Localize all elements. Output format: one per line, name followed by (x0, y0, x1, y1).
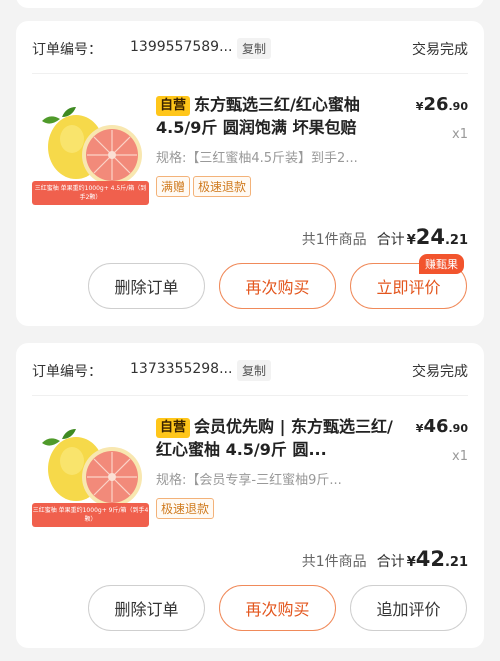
product-title[interactable]: 自营 东方甄选三红/红心蜜柚4.5/9斤 圆润饱满 坏果包赔 (156, 93, 404, 139)
fast-refund-tag: 极速退款 (156, 498, 215, 519)
order-number-label: 订单编号： (32, 364, 102, 380)
item-count: 共1件商品 (301, 232, 367, 248)
product-image-banner: 三红蜜柚 单果重约1000g+ 4.5斤/箱（到手2颗） (32, 181, 149, 205)
product-spec: 规格:【会员专享-三红蜜柚9斤... (156, 473, 342, 488)
product-price: ¥26.90 (415, 94, 468, 115)
delete-order-button[interactable]: 删除订单 (88, 585, 205, 631)
service-tags: 极速退款 (156, 498, 217, 519)
divider (32, 73, 468, 74)
total-label: 合计 (376, 554, 405, 570)
self-operated-tag: 自营 (156, 418, 191, 438)
order-header: 订单编号： 1373355298... 复制 交易完成 (32, 360, 468, 381)
product-image-banner: 三红蜜柚 单果重约1000g+ 9斤/箱（到手4颗） (32, 503, 149, 527)
order-number-label: 订单编号： (32, 42, 102, 58)
previous-card-edge (16, 0, 484, 8)
order-number: 1399557589... (130, 39, 233, 55)
product-title-text: 会员优先购 | 东方甄选三红/红心蜜柚 4.5/9斤 圆... (156, 417, 393, 459)
product-quantity: x1 (452, 449, 468, 464)
self-operated-tag: 自营 (156, 96, 191, 116)
service-tags: 满赠 极速退款 (156, 176, 254, 197)
earn-points-badge: 赚甄果 (419, 254, 464, 274)
order-status: 交易完成 (412, 42, 468, 58)
product-price: ¥46.90 (415, 416, 468, 437)
order-total: 共1件商品 合计 ¥42.21 (301, 547, 468, 571)
add-review-button[interactable]: 追加评价 (350, 585, 467, 631)
buy-again-button[interactable]: 再次购买 (219, 585, 336, 631)
total-label: 合计 (376, 232, 405, 248)
product-quantity: x1 (452, 127, 468, 142)
copy-button[interactable]: 复制 (237, 360, 272, 381)
gift-tag: 满赠 (156, 176, 191, 197)
buy-again-button[interactable]: 再次购买 (219, 263, 336, 309)
order-card[interactable]: 订单编号： 1399557589... 复制 交易完成 三红蜜柚 单果重约100… (16, 21, 484, 326)
order-status: 交易完成 (412, 364, 468, 380)
order-card[interactable]: 订单编号： 1373355298... 复制 交易完成 三红蜜柚 单果重约100… (16, 343, 484, 648)
divider (32, 395, 468, 396)
order-number: 1373355298... (130, 361, 233, 377)
delete-order-button[interactable]: 删除订单 (88, 263, 205, 309)
order-total: 共1件商品 合计 ¥24.21 (301, 225, 468, 249)
product-spec: 规格:【三红蜜柚4.5斤装】到手2... (156, 151, 358, 166)
item-count: 共1件商品 (301, 554, 367, 570)
copy-button[interactable]: 复制 (237, 38, 272, 59)
order-header: 订单编号： 1399557589... 复制 交易完成 (32, 38, 468, 59)
fast-refund-tag: 极速退款 (193, 176, 252, 197)
product-title[interactable]: 自营 会员优先购 | 东方甄选三红/红心蜜柚 4.5/9斤 圆... (156, 415, 404, 461)
